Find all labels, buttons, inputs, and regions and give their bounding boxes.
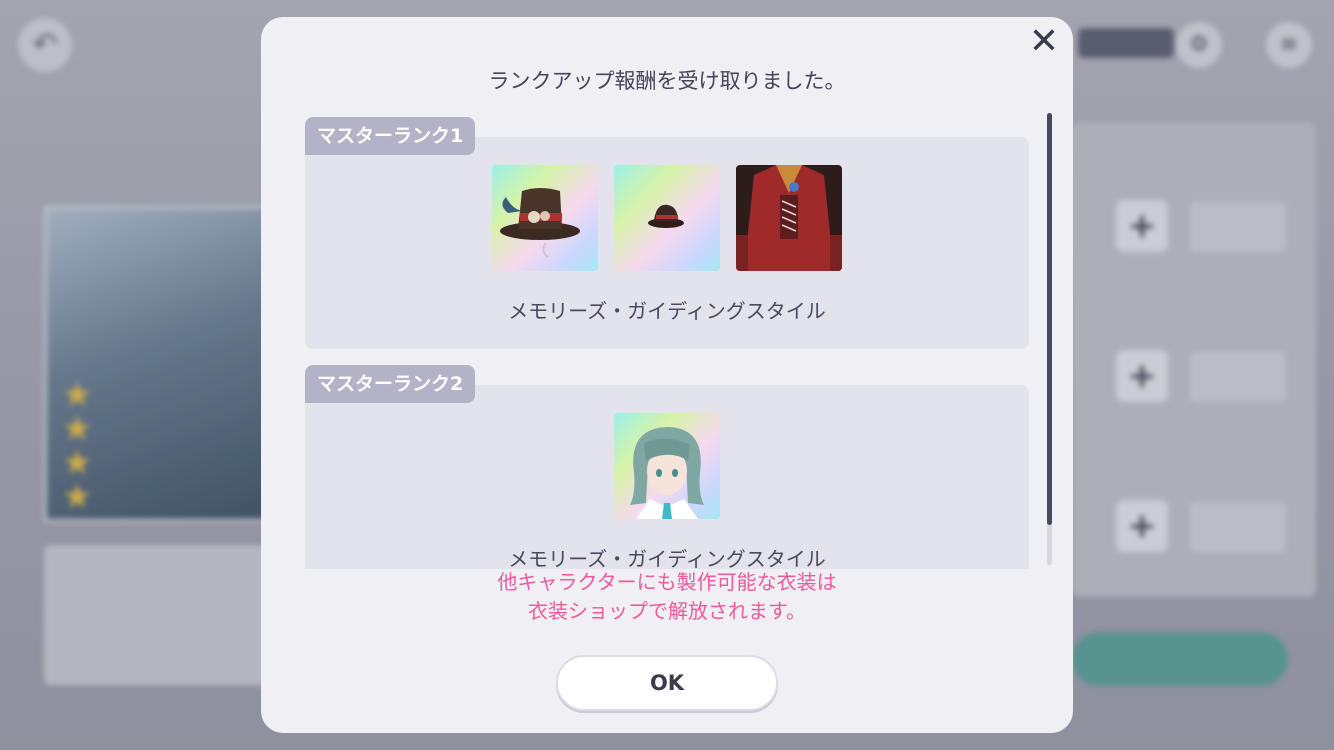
small-hat-accessory-icon[interactable] xyxy=(614,165,720,271)
ok-button[interactable]: OK xyxy=(556,655,778,711)
reward-card: メモリーズ・ガイディングスタイル xyxy=(305,137,1029,349)
reward-card: メモリーズ・ガイディングスタイル xyxy=(305,385,1029,569)
rank-up-reward-dialog: ✕ ランクアップ報酬を受け取りました。 マスターランク1 メモリーズ・ガイディン… xyxy=(261,17,1073,733)
red-coat-outfit-icon[interactable] xyxy=(736,165,842,271)
close-icon[interactable]: ✕ xyxy=(1025,23,1063,61)
costume-note-line-1: 他キャラクターにも製作可能な衣装は xyxy=(497,570,837,594)
top-hat-costume-icon[interactable] xyxy=(492,165,598,271)
reward-caption: メモリーズ・ガイディングスタイル xyxy=(508,547,826,569)
reward-caption: メモリーズ・ガイディングスタイル xyxy=(508,299,826,323)
rank-badge: マスターランク1 xyxy=(305,117,476,155)
scrollbar-thumb[interactable] xyxy=(1047,113,1052,525)
rank-badge: マスターランク2 xyxy=(305,365,476,403)
scrollbar[interactable] xyxy=(1047,113,1052,565)
character-hairstyle-icon[interactable] xyxy=(614,413,720,519)
reward-items xyxy=(305,413,1029,519)
costume-note-line-2: 衣装ショップで解放されます。 xyxy=(528,599,806,623)
reward-list[interactable]: マスターランク1 メモリーズ・ガイディングスタイル マスターランク2 メモリーズ… xyxy=(305,117,1029,569)
dialog-title: ランクアップ報酬を受け取りました。 xyxy=(488,69,846,93)
reward-items xyxy=(305,165,1029,271)
